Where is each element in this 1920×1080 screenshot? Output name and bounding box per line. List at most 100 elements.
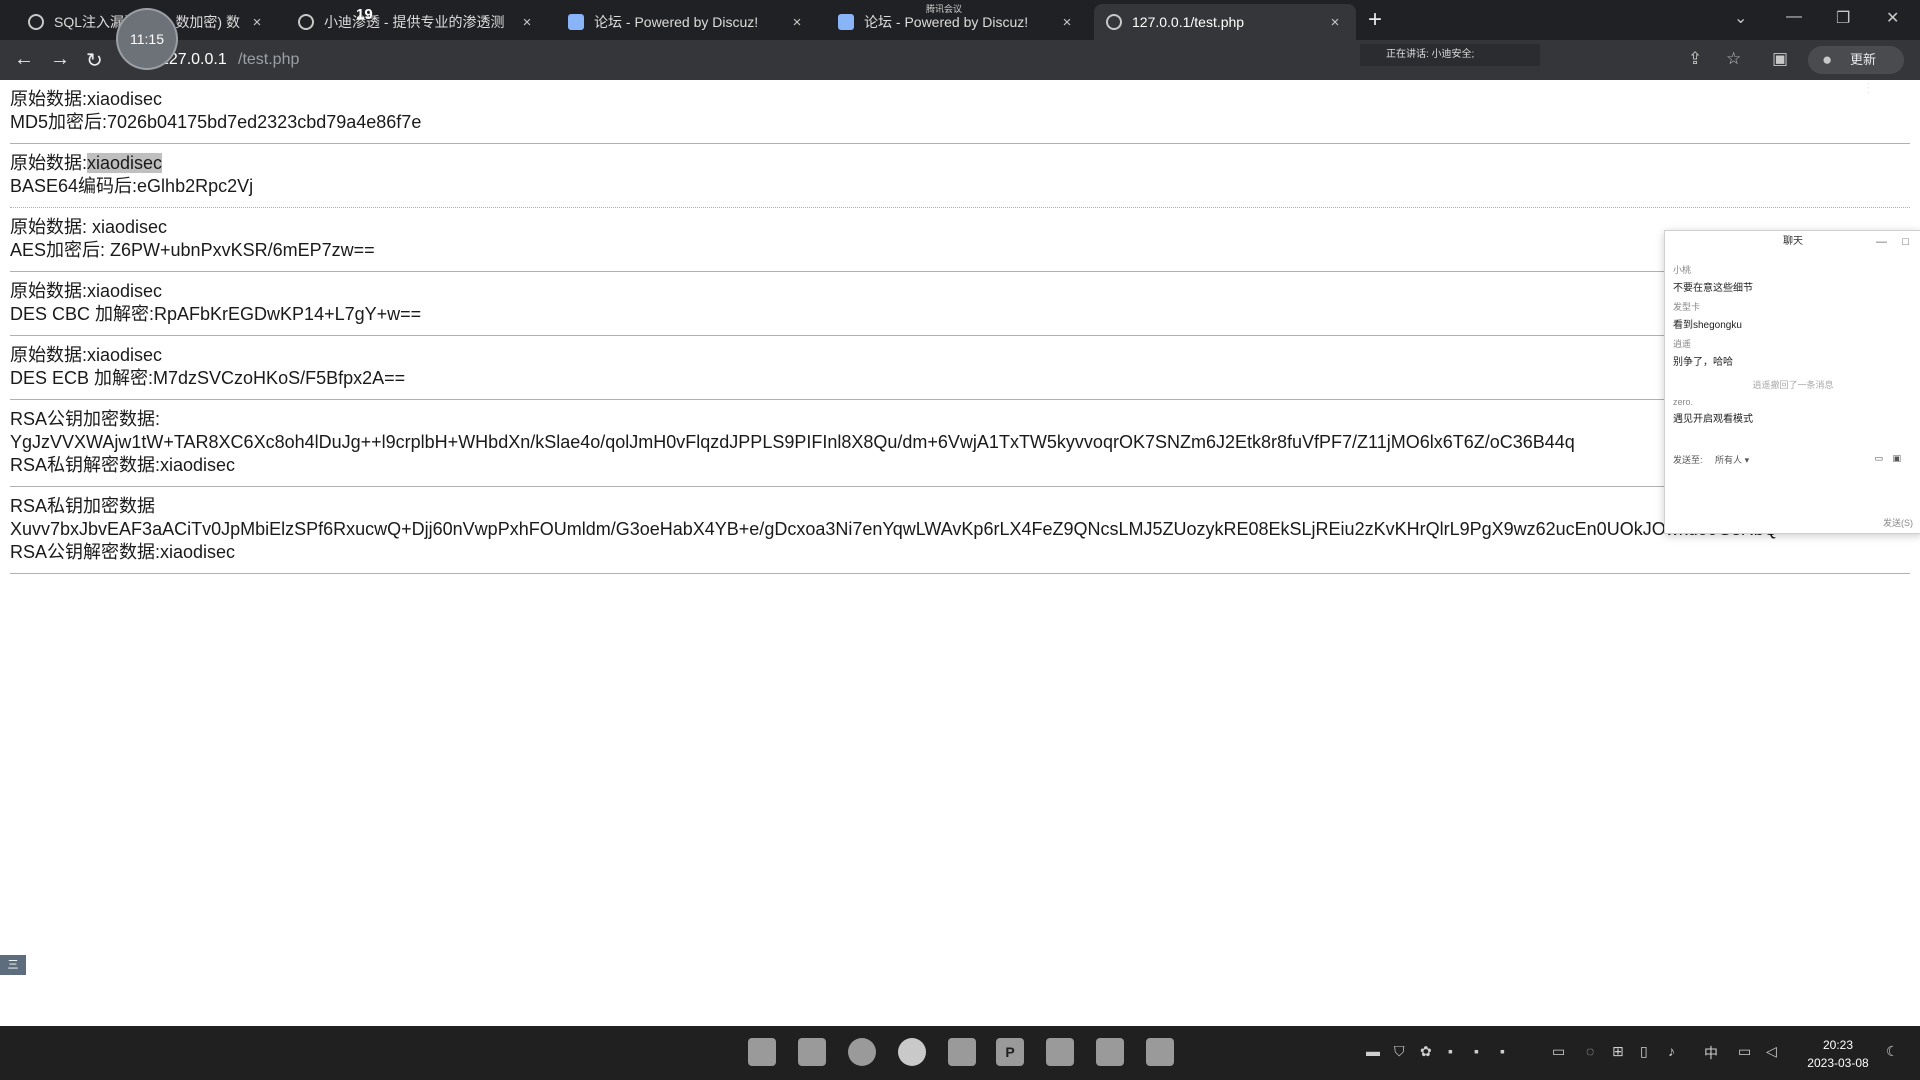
globe-icon (298, 14, 314, 30)
tray-app-icon[interactable]: ✿ (1420, 1043, 1432, 1060)
close-icon[interactable]: × (248, 14, 266, 31)
record-line: 原始数据:xiaodisec (10, 281, 163, 301)
tray-app-icon[interactable]: ▪ (1474, 1043, 1479, 1059)
restore-icon[interactable]: ❐ (1836, 8, 1850, 28)
network-icon[interactable]: ▭ (1738, 1043, 1751, 1060)
start-menu-icon[interactable] (748, 1038, 776, 1066)
chat-panel: 聊天 — □ 小桃 不要在意这些细节 发型卡 看到shegongku 逍遥 别争… (1664, 230, 1920, 534)
tab-title: 论坛 - Powered by Discuz! (594, 14, 759, 30)
notification-moon-icon[interactable]: ☾ (1886, 1043, 1899, 1060)
chat-recipient-row: 发送至: 所有人 ▾ ▭ ▣ (1673, 453, 1913, 466)
tab-xiaodi-pentest[interactable]: 小迪渗透 - 提供专业的渗透测 × (286, 4, 548, 40)
tab-title: 小迪渗透 - 提供专业的渗透测 (324, 14, 505, 30)
microphone-icon[interactable]: ♪ (1668, 1043, 1675, 1059)
recording-timer: 11:15 (118, 10, 176, 68)
rsa-public-encrypt-record: RSA公钥加密数据: YgJzVVXWAjw1tW+TAR8XC6Xc8oh4l… (0, 400, 1920, 487)
chat-messages: 小桃 不要在意这些细节 发型卡 看到shegongku 逍遥 别争了，哈哈 逍遥… (1665, 253, 1920, 429)
tab-title: 127.0.0.1/test.php (1132, 14, 1245, 30)
input-language[interactable]: 中 (1704, 1043, 1718, 1063)
back-arrow-icon[interactable]: ← (14, 48, 34, 71)
globe-icon (1106, 14, 1122, 30)
side-menu-tab[interactable]: 三 (0, 955, 26, 975)
tray-app-icon[interactable]: ▬ (1366, 1043, 1380, 1059)
chat-title: 聊天 (1783, 236, 1803, 247)
edge-browser-icon[interactable] (848, 1038, 876, 1066)
chat-header: 聊天 — □ (1665, 231, 1920, 253)
globe-icon (28, 14, 44, 30)
reload-icon[interactable]: ↻ (86, 48, 103, 73)
phpstorm-icon[interactable]: P (996, 1038, 1024, 1066)
tab-test-php[interactable]: 127.0.0.1/test.php × (1094, 4, 1356, 40)
aes-record: 原始数据: xiaodisec AES加密后: Z6PW+ubnPxvKSR/6… (0, 208, 1920, 272)
update-label: 更新 (1850, 52, 1877, 67)
chat-maximize-icon[interactable]: □ (1902, 231, 1909, 253)
volume-icon[interactable]: ◁ (1766, 1043, 1777, 1060)
screen-share-indicator: 腾讯会议 (926, 4, 963, 14)
windows-icon[interactable]: ⊞ (1612, 1043, 1624, 1060)
tab-discuz-1[interactable]: 论坛 - Powered by Discuz! × (556, 4, 818, 40)
record-line: DES ECB 加解密:M7dzSVCzoHKoS/F5Bfpx2A== (10, 368, 406, 388)
des-cbc-record: 原始数据:xiaodisec DES CBC 加解密:RpAFbKrEGDwKP… (0, 272, 1920, 336)
battery-icon[interactable]: ▯ (1640, 1043, 1648, 1060)
chat-message: 看到shegongku (1673, 320, 1742, 331)
record-line: RSA私钥解密数据:xiaodisec (10, 455, 236, 475)
side-panel-icon[interactable]: ▣ (1772, 49, 1788, 69)
file-explorer-icon[interactable] (798, 1038, 826, 1066)
window-close-icon[interactable]: ✕ (1886, 8, 1899, 28)
close-icon[interactable]: × (1326, 14, 1344, 31)
record-line: MD5加密后:7026b04175bd7ed2323cbd79a4e86f7e (10, 112, 422, 132)
tab-title: 论坛 - Powered by Discuz! (864, 14, 1029, 30)
bookmark-star-icon[interactable]: ☆ (1726, 49, 1741, 69)
record-line: RSA公钥解密数据:xiaodisec (10, 542, 236, 562)
chat-message: 遇见开启观看模式 (1673, 414, 1753, 425)
chat-sender: zero. (1673, 397, 1694, 407)
notification-count: 19 (356, 6, 373, 23)
record-line: 原始数据:xiaodisec (10, 152, 1910, 175)
chrome-browser-icon[interactable] (898, 1038, 926, 1066)
tray-app-icon[interactable]: ◌ (1586, 1043, 1594, 1059)
photos-icon[interactable] (1046, 1038, 1074, 1066)
app-icon[interactable] (948, 1038, 976, 1066)
chat-minimize-icon[interactable]: — (1876, 231, 1887, 253)
record-label: 原始数据: (10, 153, 88, 173)
record-line: BASE64编码后:eGlhb2Rpc2Vj (10, 176, 254, 196)
rsa-private-encrypt-record: RSA私钥加密数据 Xuvv7bxJbvEAF3aACiTv0JpMbiElzS… (0, 487, 1920, 574)
record-line: AES加密后: Z6PW+ubnPxvKSR/6mEP7zw== (10, 240, 375, 260)
file-icon[interactable]: ▭ (1874, 453, 1883, 464)
profile-icon[interactable]: ● (1822, 50, 1832, 70)
tray-app-icon[interactable]: ▪ (1500, 1043, 1505, 1059)
close-icon[interactable]: × (1058, 14, 1076, 31)
forward-arrow-icon[interactable]: → (50, 48, 70, 71)
new-tab-button[interactable]: + (1368, 6, 1382, 34)
share-icon[interactable]: ⇪ (1688, 49, 1702, 69)
screenshot-icon[interactable]: ▣ (1892, 453, 1901, 464)
clock-date: 2023-03-08 (1807, 1056, 1869, 1070)
clock-time: 20:23 (1822, 1038, 1854, 1052)
selected-text[interactable]: xiaodisec (87, 153, 163, 173)
record-line: Xuvv7bxJbvEAF3aACiTv0JpMbiElzSPf6RxucwQ+… (10, 519, 1789, 539)
send-button[interactable]: 发送(S) (1883, 516, 1913, 529)
monitor-icon[interactable]: ▭ (1552, 1043, 1565, 1060)
discuz-favicon-icon (568, 14, 584, 30)
notepad-icon[interactable] (1096, 1038, 1124, 1066)
address-bar[interactable]: 127.0.0.1 /test.php (130, 45, 1530, 75)
minimize-icon[interactable]: — (1786, 8, 1802, 26)
page-content: 原始数据:xiaodisec MD5加密后:7026b04175bd7ed232… (0, 80, 1920, 574)
sublime-icon[interactable] (1146, 1038, 1174, 1066)
chat-system-note: 逍遥撤回了一条消息 (1752, 380, 1834, 390)
chat-message: 别争了，哈哈 (1673, 357, 1733, 368)
md5-record: 原始数据:xiaodisec MD5加密后:7026b04175bd7ed232… (0, 80, 1920, 144)
tab-search-chevron-icon[interactable]: ⌄ (1734, 8, 1747, 28)
chevron-down-icon[interactable]: ▾ (1745, 455, 1750, 465)
record-line: YgJzVVXWAjw1tW+TAR8XC6Xc8oh4lDuJg++l9crp… (10, 432, 1575, 452)
des-ecb-record: 原始数据:xiaodisec DES ECB 加解密:M7dzSVCzoHKoS… (0, 336, 1920, 400)
close-icon[interactable]: × (518, 14, 536, 31)
system-clock[interactable]: 20:23 2023-03-08 (1798, 1036, 1878, 1072)
recipient-select[interactable]: 所有人 (1715, 455, 1742, 465)
close-icon[interactable]: × (788, 14, 806, 31)
record-line: 原始数据: xiaodisec (10, 217, 168, 237)
shield-icon[interactable]: ⛉ (1394, 1043, 1405, 1060)
tray-app-icon[interactable]: ▪ (1448, 1043, 1453, 1059)
chat-input[interactable] (1673, 475, 1913, 515)
tab-title-tail: 数加密) 数 (175, 14, 240, 30)
